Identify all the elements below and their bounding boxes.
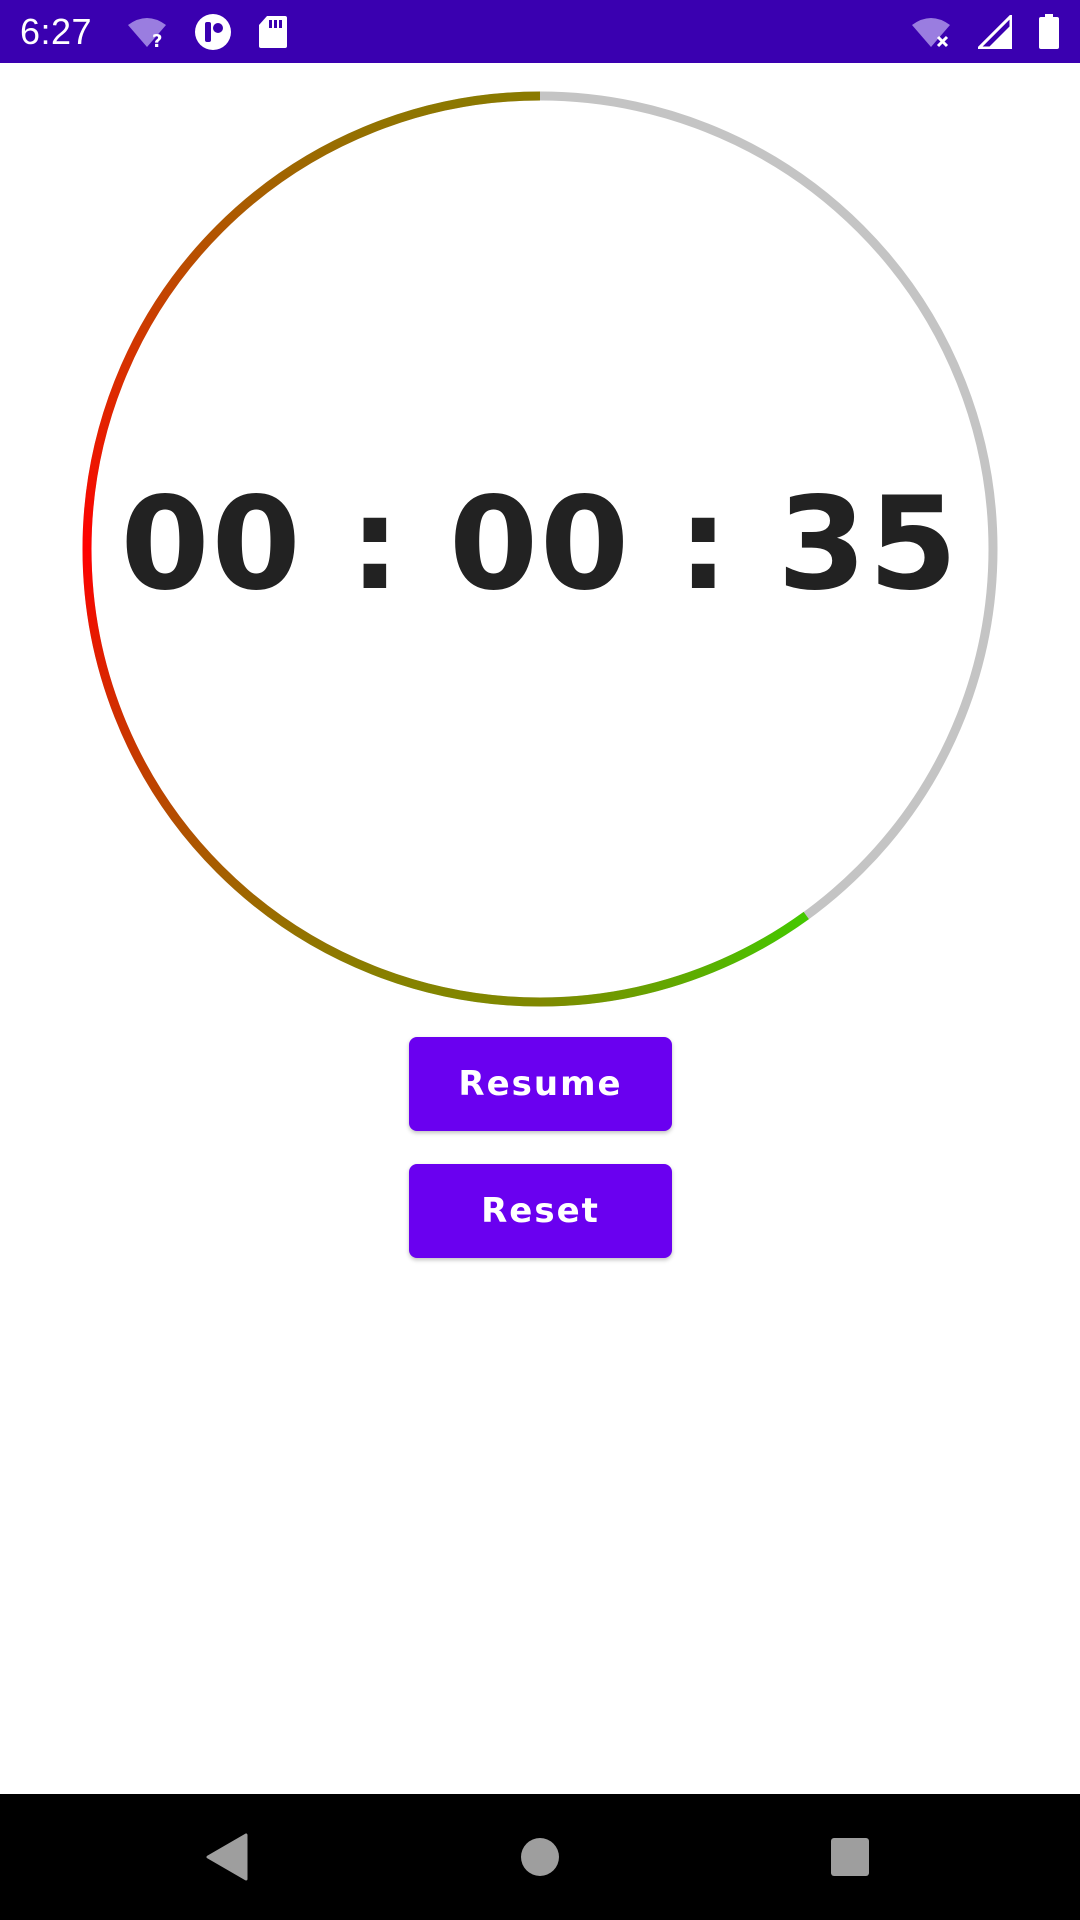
home-icon[interactable]: [505, 1822, 575, 1892]
timer-readout: 00 : 00 : 35: [120, 470, 960, 619]
navigation-bar: [0, 1794, 1080, 1920]
recents-icon[interactable]: [815, 1822, 885, 1892]
back-icon[interactable]: [191, 1822, 261, 1892]
timer-progress-arc-tail: [539, 911, 809, 1007]
resume-button[interactable]: Resume: [409, 1037, 672, 1131]
timer-screen: 6:27 ? 00: 00: 35 Resume Reset: [0, 0, 1080, 1920]
reset-button[interactable]: Reset: [409, 1164, 672, 1258]
